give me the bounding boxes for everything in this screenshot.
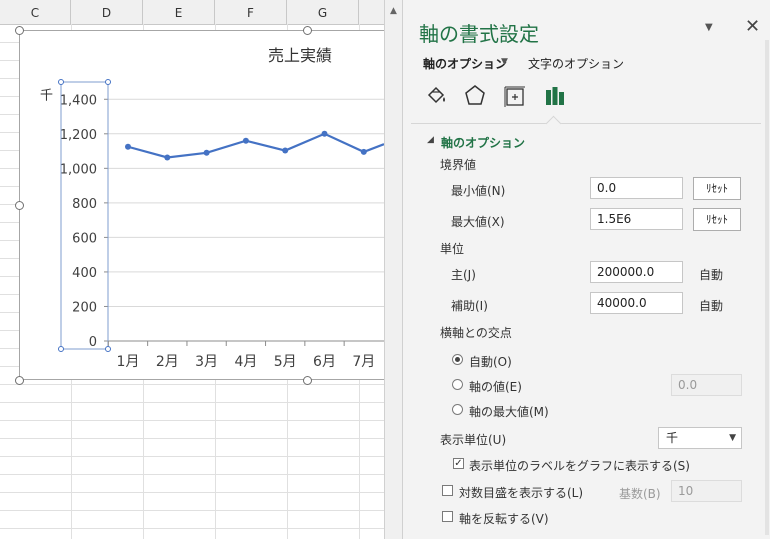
y-axis-tick-label[interactable]: 1,400 xyxy=(60,93,97,108)
log-scale-label[interactable]: 対数目盛を表示する(L) xyxy=(459,484,583,501)
axis-handle-top-left[interactable] xyxy=(58,79,64,85)
pane-scrollbar[interactable] xyxy=(765,40,769,535)
section-axis-options[interactable]: 軸のオプション xyxy=(441,134,525,151)
show-units-label-text[interactable]: 表示単位のラベルをグラフに表示する(S) xyxy=(469,457,690,474)
vertical-scrollbar[interactable]: ▲ xyxy=(384,0,403,539)
display-units-label: 表示単位(U) xyxy=(440,433,507,447)
display-units-select[interactable]: 千 ▼ xyxy=(658,427,742,449)
resize-handle-top-left[interactable] xyxy=(15,26,24,35)
cross-auto-radio[interactable] xyxy=(452,354,463,365)
x-axis-tick-label[interactable]: 1月 xyxy=(117,354,140,370)
maximum-bound-input[interactable]: 1.5E6 xyxy=(590,208,683,230)
minor-unit-auto: 自動 xyxy=(699,299,724,313)
units-heading: 単位 xyxy=(440,242,465,256)
minor-unit-label: 補助(I) xyxy=(451,299,488,313)
y-axis-tick-label[interactable]: 1,000 xyxy=(60,162,97,177)
minimum-label: 最小値(N) xyxy=(451,184,506,198)
pane-title: 軸の書式設定 xyxy=(419,22,539,46)
log-base-label: 基数(B) xyxy=(619,487,661,501)
data-point-marker[interactable] xyxy=(321,130,328,137)
reverse-order-checkbox[interactable] xyxy=(442,511,453,522)
log-base-input[interactable]: 10 xyxy=(671,480,742,502)
maximum-label: 最大値(X) xyxy=(451,215,505,229)
log-scale-checkbox[interactable] xyxy=(442,485,453,496)
collapse-triangle-icon[interactable]: ◢ xyxy=(427,135,434,145)
axis-handle-bottom-left[interactable] xyxy=(58,346,64,352)
resize-handle-top-middle[interactable] xyxy=(303,26,312,35)
x-axis-tick-label[interactable]: 3月 xyxy=(195,354,218,370)
reverse-order-label[interactable]: 軸を反転する(V) xyxy=(459,510,549,527)
tab-axis-options[interactable]: 軸のオプション xyxy=(423,55,507,72)
axis-handle-bottom-right[interactable] xyxy=(105,346,111,352)
resize-handle-bottom-middle[interactable] xyxy=(303,376,312,385)
y-axis-tick-label[interactable]: 0 xyxy=(89,335,97,350)
cross-maximum-label[interactable]: 軸の最大値(M) xyxy=(469,403,549,420)
axis-options-icon[interactable] xyxy=(541,82,569,110)
chevron-down-icon[interactable]: ▼ xyxy=(729,428,736,448)
format-axis-pane: 軸の書式設定 ▼ ✕ 軸のオプション ▼ 文字のオプション ◢ 軸のオプション … xyxy=(403,0,770,539)
scroll-up-icon[interactable]: ▲ xyxy=(388,6,399,17)
cross-axis-value-label[interactable]: 軸の値(E) xyxy=(469,378,522,395)
major-unit-auto: 自動 xyxy=(699,268,724,282)
chevron-down-icon[interactable]: ▼ xyxy=(501,57,508,67)
active-tab-indicator xyxy=(545,115,562,132)
x-axis-tick-label[interactable]: 2月 xyxy=(156,354,179,370)
tab-text-options[interactable]: 文字のオプション xyxy=(528,55,624,72)
resize-handle-middle-left[interactable] xyxy=(15,201,24,210)
data-point-marker[interactable] xyxy=(164,154,171,161)
y-axis-tick-label[interactable]: 400 xyxy=(72,266,97,281)
data-point-marker[interactable] xyxy=(203,149,210,156)
fill-line-icon[interactable] xyxy=(423,82,451,110)
series-line[interactable] xyxy=(127,132,384,159)
y-axis-tick-label[interactable]: 600 xyxy=(72,231,97,246)
size-properties-icon[interactable] xyxy=(501,82,529,110)
effects-icon[interactable] xyxy=(461,82,489,110)
cross-auto-label[interactable]: 自動(O) xyxy=(469,353,512,370)
worksheet[interactable]: C D E F G 0 200 400 600 800 1,000 1,200 1,400 1月… xyxy=(0,0,384,539)
display-unit-label[interactable]: 千 xyxy=(37,88,54,101)
major-unit-input[interactable]: 200000.0 xyxy=(590,261,683,283)
show-units-label-checkbox[interactable]: ✓ xyxy=(453,458,464,469)
cross-axis-value-radio[interactable] xyxy=(452,379,463,390)
axis-handle-top-right[interactable] xyxy=(105,79,111,85)
data-point-marker[interactable] xyxy=(360,148,367,155)
horizontal-axis-crosses-heading: 横軸との交点 xyxy=(440,326,512,340)
y-axis-tick-label[interactable]: 800 xyxy=(72,197,97,212)
x-axis-tick-label[interactable]: 6月 xyxy=(313,354,336,370)
cross-axis-value-input[interactable]: 0.0 xyxy=(671,374,742,396)
chart-title[interactable]: 売上実績 xyxy=(268,42,332,66)
display-units-value: 千 xyxy=(666,431,679,445)
x-axis-tick-label[interactable]: 4月 xyxy=(234,354,257,370)
data-point-marker[interactable] xyxy=(125,143,131,150)
x-axis-tick-label[interactable]: 7月 xyxy=(352,354,375,370)
major-unit-label: 主(J) xyxy=(451,268,476,282)
bounds-heading: 境界値 xyxy=(440,158,477,172)
reset-minimum-button[interactable]: ﾘｾｯﾄ xyxy=(693,177,741,200)
x-axis-tick-label[interactable]: 5月 xyxy=(274,354,297,370)
cross-maximum-radio[interactable] xyxy=(452,404,463,415)
y-axis-tick-label[interactable]: 200 xyxy=(72,300,97,315)
tab-divider xyxy=(411,123,761,124)
minor-unit-input[interactable]: 40000.0 xyxy=(590,292,683,314)
y-axis-tick-label[interactable]: 1,200 xyxy=(60,128,97,143)
pane-options-dropdown-icon[interactable]: ▼ xyxy=(705,22,713,33)
data-point-marker[interactable] xyxy=(242,137,249,144)
data-point-marker[interactable] xyxy=(282,147,289,154)
minimum-bound-input[interactable]: 0.0 xyxy=(590,177,683,199)
reset-maximum-button[interactable]: ﾘｾｯﾄ xyxy=(693,208,741,231)
resize-handle-bottom-left[interactable] xyxy=(15,376,24,385)
close-icon[interactable]: ✕ xyxy=(745,16,760,37)
